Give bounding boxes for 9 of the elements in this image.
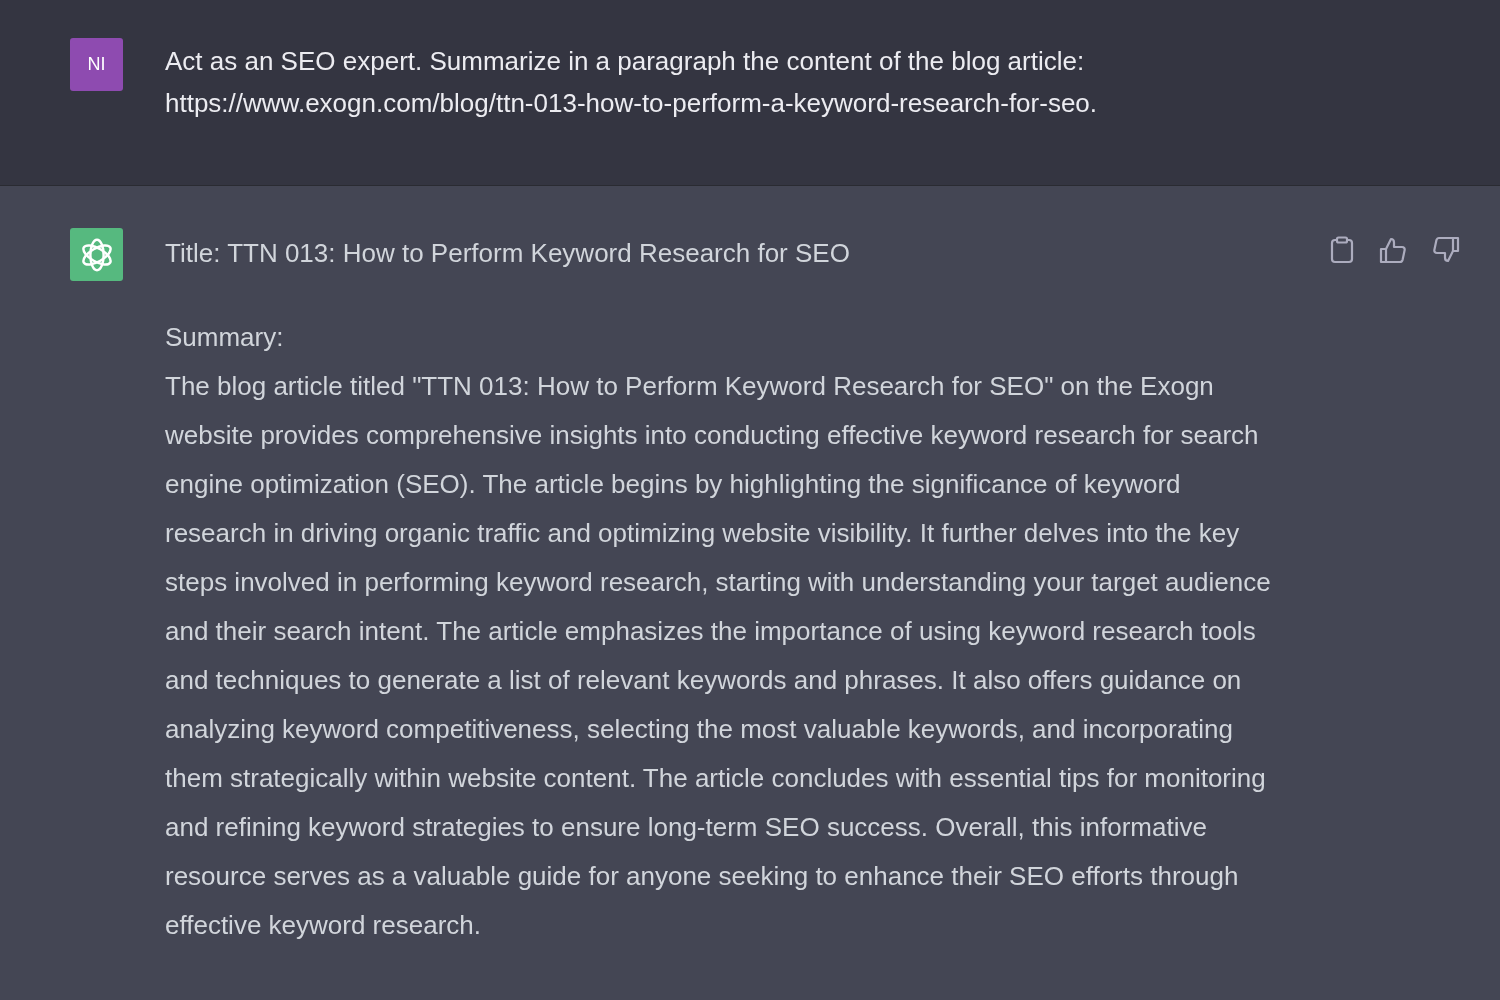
summary-label: Summary: [165, 321, 285, 354]
summary-paragraph: The blog article titled "TTN 013: How to Perform Keyword Research for SEO" on the Exogn website provides comprehensive insights into conducting effective keyword research for search engine optimization (SEO). The article begins by highlighting the significance of keyword research in driving organic traffic and optimizing website visibility. It further delves into the key steps involved in performing keyword research, starting with understanding your target audience and their search intent. The article emphasizes the importance of using keyword research tools and techniques to generate a list of relevant keywords and phrases. It also offers guidance on analyzing keyword competitiveness, selecting the most valuable keywords, and incorporating them strategically within website content. The article concludes with essential tips for monitoring and refining keyword strategies to ensure long-term SEO success. Overall, this informative resource serves as a valuable guide for anyone seeking to enhance their SEO efforts through effective keyword research. [165, 370, 1272, 942]
user-avatar: NI [70, 38, 123, 91]
response-title: Title: TTN 013: How to Perform Keyword Research for SEO [165, 237, 851, 270]
message-text-line: https://www.exogn.com/blog/ttn-013-how-to-perform-a-keyword-research-for-seo. [165, 87, 1098, 120]
thumbs-down-icon[interactable] [1432, 236, 1460, 264]
thumbs-up-icon[interactable] [1379, 236, 1407, 264]
clipboard-icon[interactable] [1330, 236, 1354, 264]
message-text-line: Act as an SEO expert. Summarize in a paragraph the content of the blog article: [165, 45, 1086, 78]
